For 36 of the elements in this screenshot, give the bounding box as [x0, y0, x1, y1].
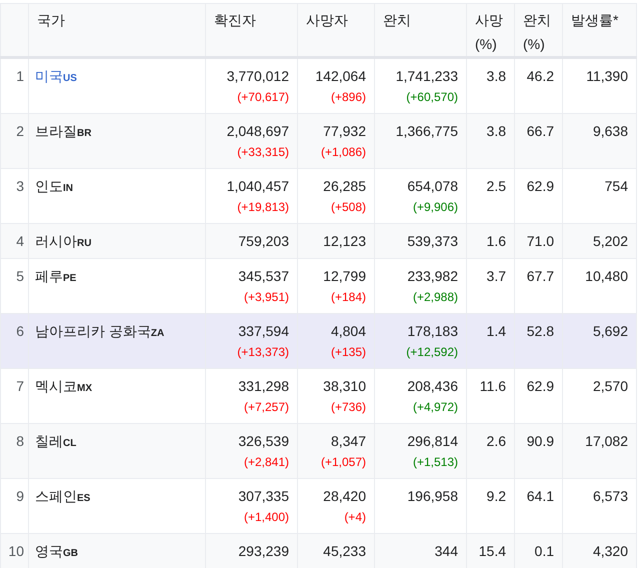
rank-cell: 9	[0, 478, 28, 534]
table-row[interactable]: 1 미국US 3,770,012 (+70,617) 142,064 (+896) 1,741,233 (+60,570) 3.8 46.2 11,390	[0, 58, 636, 114]
table-row[interactable]: 10 영국GB 293,239 45,233 344 15.4 0.1 4,320	[0, 534, 636, 568]
country-name: 남아프리카 공화국ZA	[35, 323, 164, 339]
country-link[interactable]: 미국US	[35, 68, 77, 84]
column-header[interactable]: 완치 (%)	[514, 4, 562, 58]
country-name: 칠레 CL	[35, 433, 76, 449]
rank-cell: 6	[0, 314, 28, 368]
column-header[interactable]: 완치	[374, 4, 466, 58]
country-name: 멕시코MX	[35, 378, 92, 394]
rank-cell: 8	[0, 424, 28, 478]
table-row[interactable]: 4 러시아RU 759,203 12,123 539,373 1.6 71.0 5,202	[0, 224, 636, 258]
table-row[interactable]: 6 남아프리카 공화국ZA 337,594 (+13,373) 4,804 (+135) 178,183 (+12,592) 1.4 52.8 5,692	[0, 314, 636, 368]
table-row[interactable]: 5 페루PE 345,537 (+3,951) 12,799 (+184) 233,982 (+2,988) 3.7 67.7 10,480	[0, 258, 636, 314]
table-row[interactable]: 2 브라질BR 2,048,697 (+33,315) 77,932 (+1,086) 1,366,775 3.8 66.7 9,638	[0, 114, 636, 168]
rank-cell: 5	[0, 258, 28, 314]
rank-cell: 1	[0, 58, 28, 114]
column-header[interactable]: 사망자	[298, 4, 374, 58]
country-name: 영국GB	[35, 543, 78, 559]
country-name: 브라질BR	[35, 123, 92, 139]
rank-cell: 3	[0, 168, 28, 224]
table-row[interactable]: 9 스페인ES 307,335 (+1,400) 28,420 (+4) 196,958 9.2 64.1 6,573	[0, 478, 636, 534]
column-header[interactable]: 사망 (%)	[466, 4, 514, 58]
country-name: 인도IN	[35, 178, 73, 194]
column-header[interactable]: 국가	[28, 4, 206, 58]
country-name: 페루PE	[35, 268, 76, 284]
column-header[interactable]: 확진자	[206, 4, 298, 58]
rank-cell: 2	[0, 114, 28, 168]
column-header[interactable]: 발생률*	[562, 4, 636, 58]
table-row[interactable]: 3 인도IN 1,040,457 (+19,813) 26,285 (+508) 654,078 (+9,906) 2.5 62.9 754	[0, 168, 636, 224]
table-row[interactable]: 8 칠레 CL 326,539 (+2,841) 8,347 (+1,057) 296,814 (+1,513) 2.6 90.9 17,082	[0, 424, 636, 478]
rank-cell: 10	[0, 534, 28, 568]
table-row[interactable]: 7 멕시코MX 331,298 (+7,257) 38,310 (+736) 208,436 (+4,972) 11.6 62.9 2,570	[0, 368, 636, 424]
country-name: 스페인ES	[35, 488, 90, 504]
country-name: 러시아RU	[35, 233, 92, 249]
rank-cell: 7	[0, 368, 28, 424]
